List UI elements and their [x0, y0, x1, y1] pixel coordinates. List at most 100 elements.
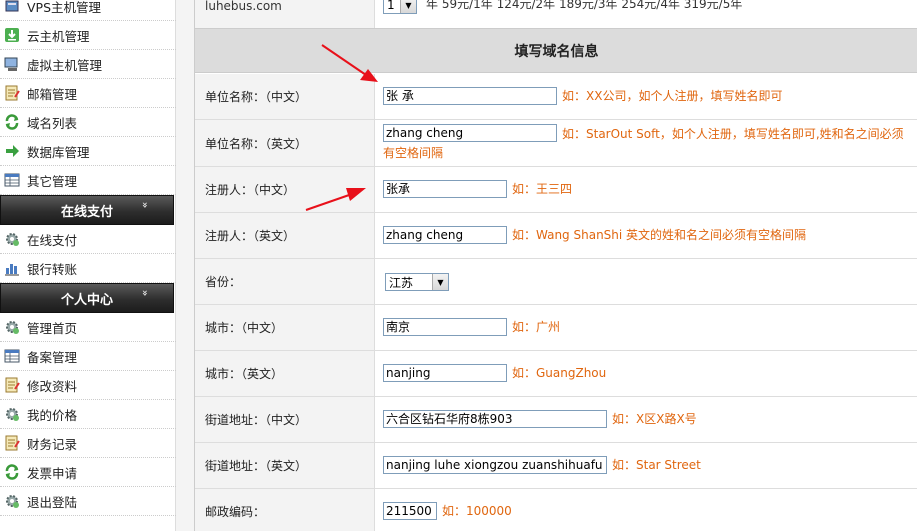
sidebar-item-label: VPS主机管理: [27, 0, 102, 15]
refresh-icon: [5, 464, 19, 480]
sidebar-item-profile[interactable]: 修改资料: [0, 371, 176, 400]
sidebar-item-label: 域名列表: [27, 115, 78, 131]
street-cn-input[interactable]: 六合区钻石华府8栋903: [383, 410, 607, 428]
form-row-province: 省份： 江苏 ▼: [195, 259, 917, 305]
years-select[interactable]: 1 ▼: [383, 0, 417, 14]
sidebar-gutter: [176, 0, 194, 531]
field-hint: 如：X区X路X号: [612, 412, 697, 426]
chevron-down-icon: ▼: [432, 274, 448, 290]
gear-icon: [6, 321, 19, 334]
street-en-input[interactable]: nanjing luhe xiongzou zuanshihuafu 8 903: [383, 456, 607, 474]
domain-name-text: luhebus.com: [195, 0, 375, 28]
field-label: 城市：（英文）: [195, 351, 375, 396]
field-label: 单位名称：（英文）: [195, 120, 375, 166]
grid-icon: [4, 349, 20, 363]
sidebar-item-label: 银行转账: [27, 261, 78, 277]
form-row-street-en: 街道地址：（英文） nanjing luhe xiongzou zuanshih…: [195, 443, 917, 489]
sidebar-header-personal[interactable]: 个人中心 »: [0, 283, 174, 313]
field-label: 注册人：（中文）: [195, 167, 375, 212]
sidebar-item-label: 修改资料: [27, 378, 78, 394]
sidebar-item-label: 云主机管理: [27, 28, 90, 44]
sidebar-item-online-pay[interactable]: 在线支付: [0, 225, 176, 254]
field-label: 省份：: [195, 259, 375, 304]
server-icon: [5, 0, 19, 12]
field-label: 邮政编码：: [195, 489, 375, 531]
gear-icon: [6, 233, 19, 246]
sidebar-item-label: 财务记录: [27, 436, 78, 452]
form-row-street-cn: 街道地址：（中文） 六合区钻石华府8栋903 如：X区X路X号: [195, 397, 917, 443]
field-label: 单位名称：（中文）: [195, 74, 375, 119]
field-label: 城市：（中文）: [195, 305, 375, 350]
chevron-down-icon: »: [138, 289, 150, 297]
province-select-value: 江苏: [389, 275, 414, 290]
form-row-registrant-en: 注册人：（英文） zhang cheng 如：Wang ShanShi 英文的姓…: [195, 213, 917, 259]
field-hint: 如：王三四: [512, 182, 573, 196]
sidebar-item-label: 其它管理: [27, 173, 78, 189]
sidebar-item-bank[interactable]: 银行转账: [0, 254, 176, 283]
sidebar: VPS主机管理 云主机管理 虚拟主机管理 邮箱管理 域名列表 数据库管理 其它管…: [0, 0, 176, 531]
field-label: 注册人：（英文）: [195, 213, 375, 258]
chevron-down-icon: ▼: [400, 0, 416, 13]
sidebar-item-label: 数据库管理: [27, 144, 90, 160]
sidebar-header-label: 个人中心: [60, 292, 113, 308]
grid-icon: [4, 173, 20, 187]
registrant-en-input[interactable]: zhang cheng: [383, 226, 507, 244]
notepad-icon: [5, 435, 20, 451]
sidebar-item-invoice[interactable]: 发票申请: [0, 458, 176, 487]
domain-form: luhebus.com 1 ▼ 年 59元/1年 124元/2年 189元/3年…: [194, 0, 917, 531]
form-row-company-cn: 单位名称：（中文） 张 承 如：XX公司，如个人注册，填写姓名即可: [195, 74, 917, 120]
bars-icon: [5, 264, 19, 276]
field-hint: 如：StarOut Soft，如个人注册，填写姓名即可,姓和名之间必须: [562, 127, 904, 141]
computer-icon: [4, 57, 18, 71]
registrant-cn-input[interactable]: 张承: [383, 180, 507, 198]
field-hint: 如：Star Street: [612, 458, 701, 472]
company-cn-input[interactable]: 张 承: [383, 87, 557, 105]
notepad-icon: [5, 377, 20, 393]
form-row-registrant-cn: 注册人：（中文） 张承 如：王三四: [195, 167, 917, 213]
sidebar-item-label: 发票申请: [27, 465, 78, 481]
field-hint: 如：广州: [512, 320, 561, 334]
field-label: 街道地址：（英文）: [195, 443, 375, 488]
sidebar-item-vps[interactable]: VPS主机管理: [0, 0, 176, 21]
arrow-icon: [6, 145, 19, 157]
sidebar-item-label: 备案管理: [27, 349, 78, 365]
field-hint: 如：GuangZhou: [512, 366, 607, 380]
sidebar-item-mail[interactable]: 邮箱管理: [0, 79, 176, 108]
sidebar-item-home[interactable]: 管理首页: [0, 313, 176, 342]
section-title: 填写域名信息: [195, 28, 917, 73]
sidebar-item-other[interactable]: 其它管理: [0, 166, 176, 195]
sidebar-item-domains[interactable]: 域名列表: [0, 108, 176, 137]
sidebar-item-finance[interactable]: 财务记录: [0, 429, 176, 458]
sidebar-item-label: 虚拟主机管理: [27, 57, 103, 73]
sidebar-item-logout[interactable]: 退出登陆: [0, 487, 176, 516]
chevron-down-icon: »: [138, 201, 150, 209]
domain-price-row: luhebus.com 1 ▼ 年 59元/1年 124元/2年 189元/3年…: [195, 0, 917, 28]
price-text: 年 59元/1年 124元/2年 189元/3年 254元/4年 319元/5年: [426, 0, 743, 11]
field-hint: 如：XX公司，如个人注册，填写姓名即可: [562, 89, 783, 103]
sidebar-item-price[interactable]: 我的价格: [0, 400, 176, 429]
sidebar-item-cloud[interactable]: 云主机管理: [0, 21, 176, 50]
city-cn-input[interactable]: 南京: [383, 318, 507, 336]
sidebar-item-virtual[interactable]: 虚拟主机管理: [0, 50, 176, 79]
sidebar-item-label: 管理首页: [27, 320, 78, 336]
sidebar-item-database[interactable]: 数据库管理: [0, 137, 176, 166]
city-en-input[interactable]: nanjing: [383, 364, 507, 382]
province-select[interactable]: 江苏 ▼: [385, 273, 449, 291]
gear-icon: [6, 408, 19, 421]
field-hint-line2: 有空格间隔: [383, 146, 444, 160]
years-select-value: 1: [387, 0, 395, 12]
sidebar-item-label: 在线支付: [27, 232, 78, 248]
sidebar-item-label: 退出登陆: [27, 494, 78, 510]
field-label: 街道地址：（中文）: [195, 397, 375, 442]
company-en-input[interactable]: zhang cheng: [383, 124, 557, 142]
sidebar-header-label: 在线支付: [60, 204, 113, 220]
download-icon: [5, 28, 19, 42]
refresh-icon: [5, 114, 19, 130]
sidebar-header-pay[interactable]: 在线支付 »: [0, 195, 174, 225]
sidebar-item-icp[interactable]: 备案管理: [0, 342, 176, 371]
sidebar-item-label: 邮箱管理: [27, 86, 78, 102]
zip-input[interactable]: 211500: [383, 502, 437, 520]
form-row-company-en: 单位名称：（英文） zhang cheng 如：StarOut Soft，如个人…: [195, 120, 917, 167]
field-hint: 如：Wang ShanShi 英文的姓和名之间必须有空格间隔: [512, 228, 807, 242]
sidebar-item-label: 我的价格: [27, 407, 78, 423]
